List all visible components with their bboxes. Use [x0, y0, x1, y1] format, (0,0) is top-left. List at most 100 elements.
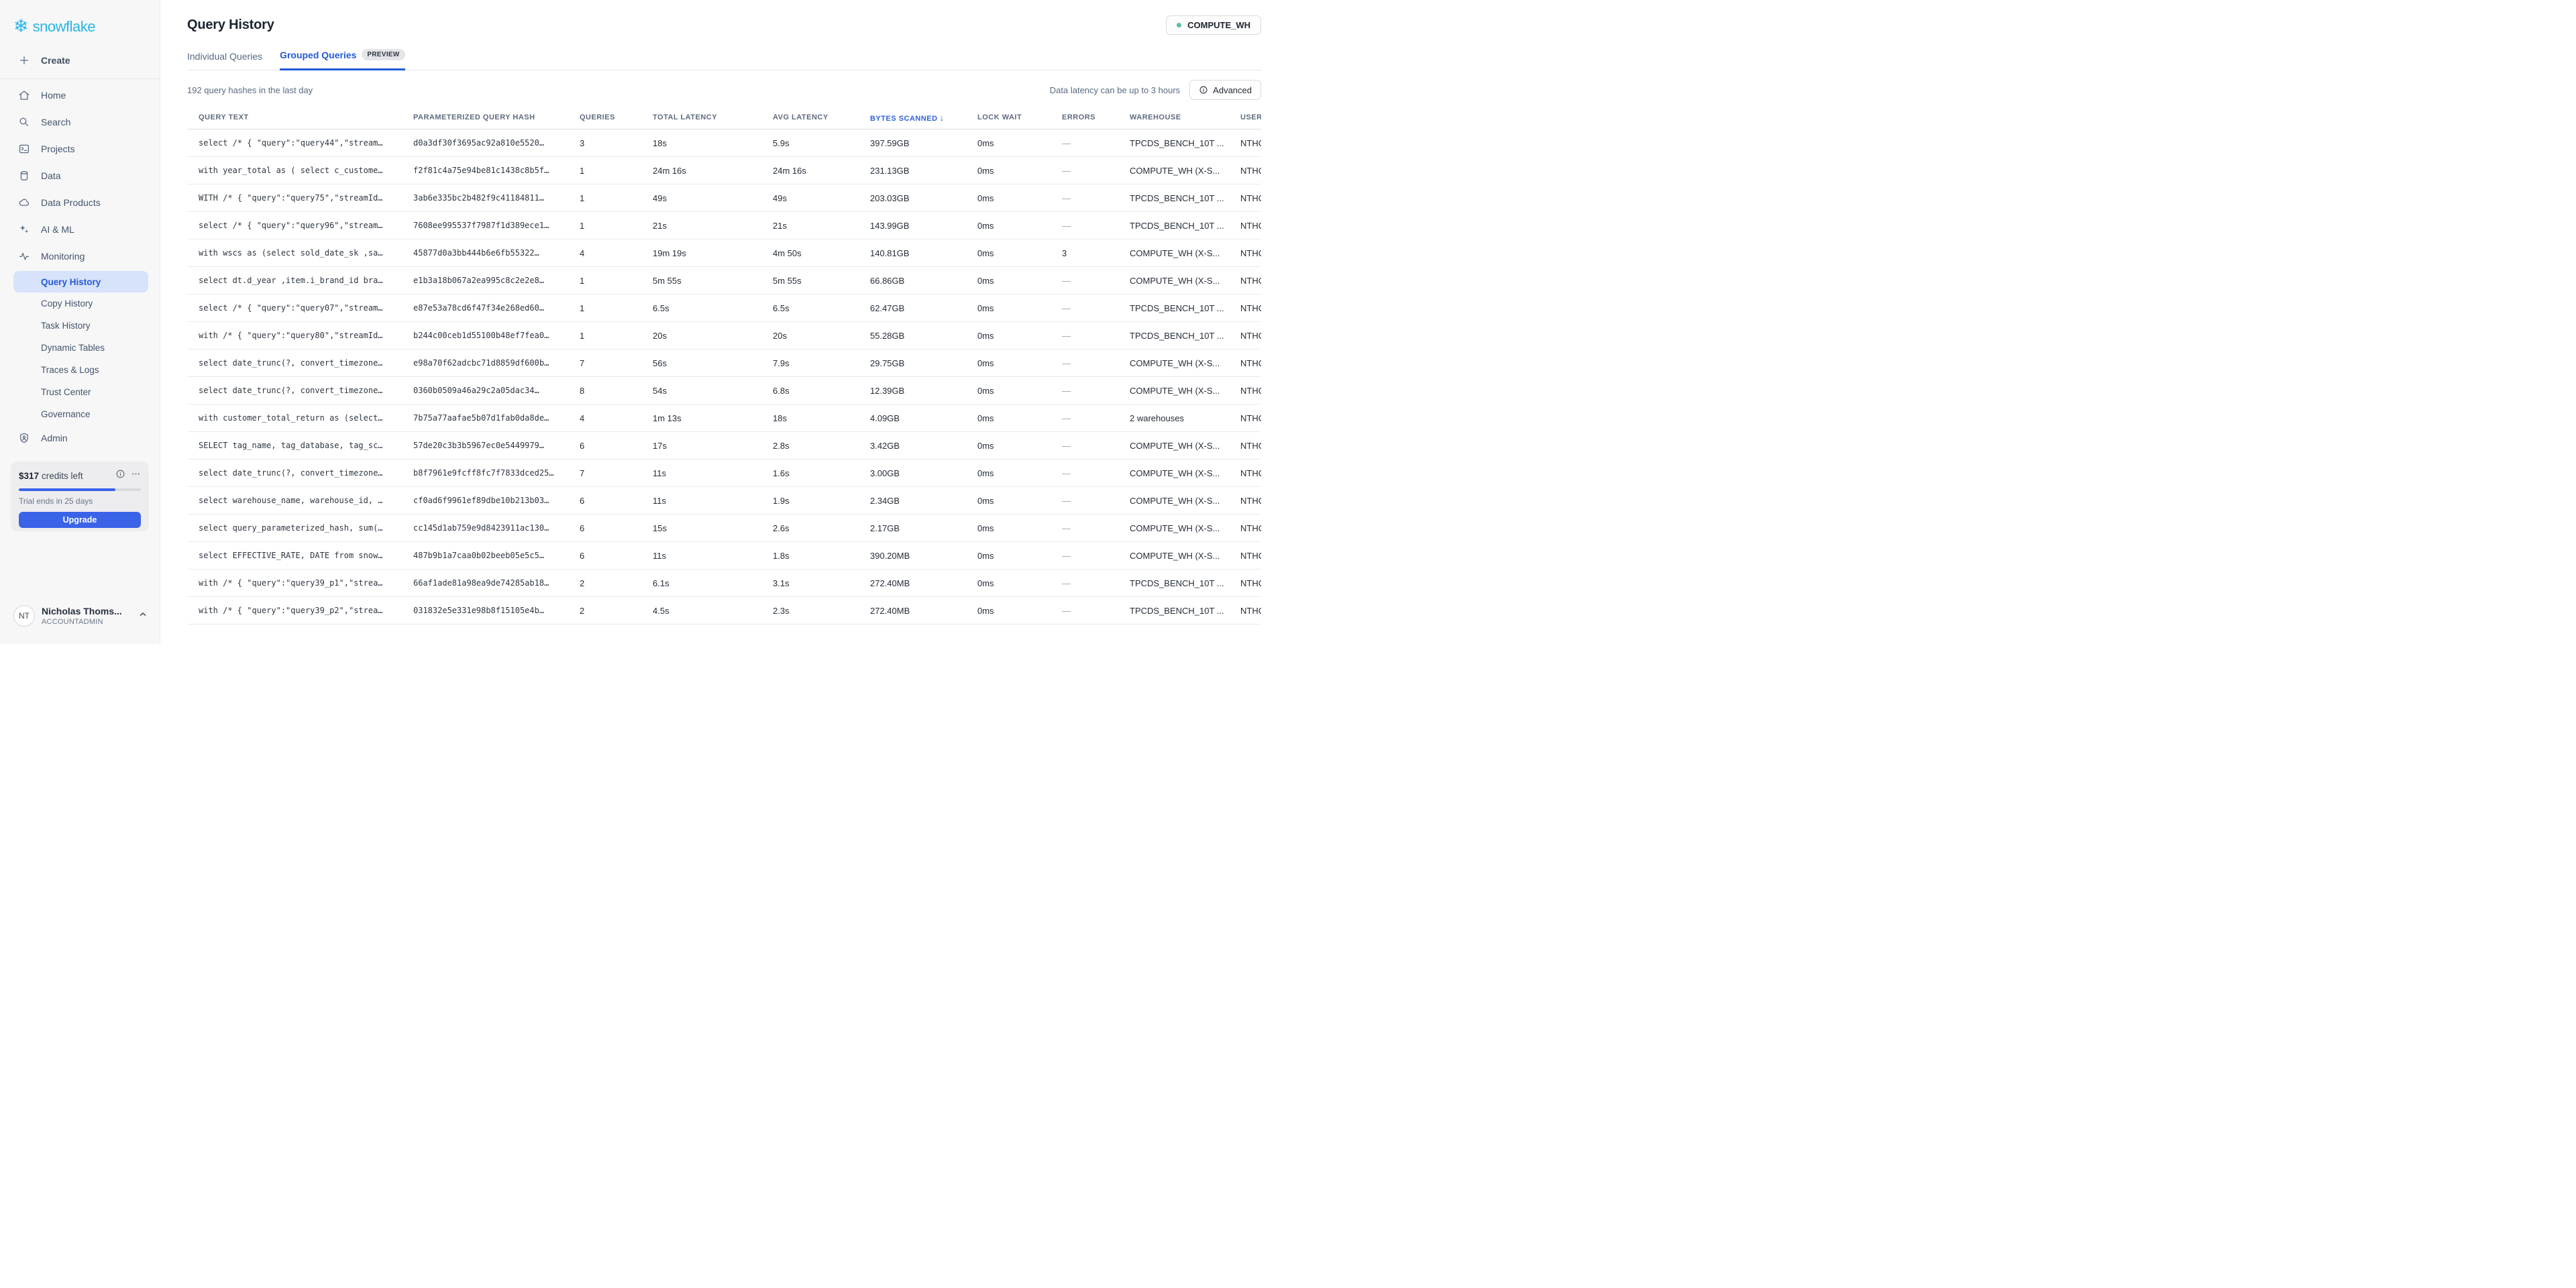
sidebar-item-traces-logs[interactable]: Traces & Logs	[0, 359, 160, 381]
table-row[interactable]: select dt.d_year ,item.i_brand_id bra… e…	[187, 267, 1261, 294]
warehouse-selector-button[interactable]: COMPUTE_WH	[1166, 15, 1261, 35]
cell-queries: 1	[580, 331, 653, 341]
column-header-user[interactable]: USER	[1240, 113, 1261, 121]
column-header-query-text[interactable]: QUERY TEXT	[187, 113, 413, 121]
upgrade-button[interactable]: Upgrade	[19, 512, 141, 528]
cell-query-hash: 7608ee995537f7987f1d389ece1…	[413, 221, 580, 230]
main-content: Query History COMPUTE_WH Individual Quer…	[160, 0, 1288, 644]
cell-query-hash: e87e53a78cd6f47f34e268ed60…	[413, 303, 580, 313]
cell-errors: —	[1062, 523, 1130, 533]
cell-total-latency: 6.1s	[653, 578, 773, 588]
cell-warehouse: TPCDS_BENCH_10T ...	[1130, 578, 1240, 588]
credits-panel: $317 credits left Trial ends in 25 days …	[11, 462, 149, 531]
sidebar-item-home[interactable]: Home	[0, 82, 160, 109]
sidebar-item-dynamic-tables[interactable]: Dynamic Tables	[0, 337, 160, 359]
cell-queries: 1	[580, 166, 653, 176]
cell-user: NTHOM	[1240, 441, 1261, 451]
cell-total-latency: 18s	[653, 138, 773, 148]
cell-avg-latency: 5.9s	[773, 138, 870, 148]
tab-grouped-queries[interactable]: Grouped Queries PREVIEW	[280, 49, 405, 70]
table-row[interactable]: WITH /* { "query":"query75","streamId… 3…	[187, 184, 1261, 212]
sidebar-item-query-history[interactable]: Query History	[13, 271, 148, 292]
create-button[interactable]: Create	[0, 48, 160, 73]
column-header-bytes-scanned[interactable]: BYTES SCANNED↓	[870, 113, 977, 123]
cell-total-latency: 56s	[653, 358, 773, 368]
cell-warehouse: 2 warehouses	[1130, 413, 1240, 423]
cell-query-text: with /* { "query":"query39_p2","strea…	[187, 606, 413, 615]
cell-errors: —	[1062, 551, 1130, 561]
cell-avg-latency: 6.8s	[773, 386, 870, 396]
column-header-warehouse[interactable]: WAREHOUSE	[1130, 113, 1240, 121]
sidebar-item-search[interactable]: Search	[0, 109, 160, 136]
table-row[interactable]: with year_total as ( select c_custome… f…	[187, 157, 1261, 184]
sidebar-item-governance[interactable]: Governance	[0, 403, 160, 425]
cell-avg-latency: 3.1s	[773, 578, 870, 588]
sidebar-item-data-products[interactable]: Data Products	[0, 189, 160, 216]
cell-warehouse: TPCDS_BENCH_10T ...	[1130, 303, 1240, 313]
cloud-icon	[18, 197, 30, 209]
more-options-icon[interactable]	[131, 469, 141, 482]
sidebar-item-trust-center[interactable]: Trust Center	[0, 381, 160, 403]
table-row[interactable]: select /* { "query":"query96","stream… 7…	[187, 212, 1261, 239]
advanced-filters-button[interactable]: Advanced	[1189, 80, 1261, 100]
cell-warehouse: COMPUTE_WH (X-S...	[1130, 523, 1240, 533]
cell-query-hash: d0a3df30f3695ac92a810e5520…	[413, 138, 580, 148]
cell-query-text: select date_trunc(?, convert_timezone…	[187, 358, 413, 368]
table-row[interactable]: select /* { "query":"query07","stream… e…	[187, 294, 1261, 322]
tab-individual-queries[interactable]: Individual Queries	[187, 51, 262, 70]
table-row[interactable]: select /* { "query":"query44","stream… d…	[187, 129, 1261, 157]
cell-query-hash: b244c00ceb1d55100b48ef7fea0…	[413, 331, 580, 340]
table-row[interactable]: with wscs as (select sold_date_sk ,sa… 4…	[187, 239, 1261, 267]
table-row[interactable]: SELECT tag_name, tag_database, tag_sc… 5…	[187, 432, 1261, 460]
sidebar-item-copy-history[interactable]: Copy History	[0, 292, 160, 315]
table-body: select /* { "query":"query44","stream… d…	[187, 129, 1261, 625]
cell-user: NTHOM	[1240, 358, 1261, 368]
cell-avg-latency: 6.5s	[773, 303, 870, 313]
cell-errors: 3	[1062, 248, 1130, 258]
cell-errors: —	[1062, 331, 1130, 341]
cell-total-latency: 11s	[653, 468, 773, 478]
table-row[interactable]: with /* { "query":"query39_p2","strea… 0…	[187, 597, 1261, 625]
cell-bytes-scanned: 140.81GB	[870, 248, 977, 258]
sidebar-item-admin[interactable]: Admin	[0, 425, 160, 451]
search-icon	[18, 116, 30, 128]
cell-user: NTHOM	[1240, 193, 1261, 203]
info-icon[interactable]	[115, 469, 125, 482]
cell-lock-wait: 0ms	[977, 303, 1062, 313]
column-header-total-latency[interactable]: TOTAL LATENCY	[653, 113, 773, 121]
cell-query-text: WITH /* { "query":"query75","streamId…	[187, 193, 413, 203]
cell-warehouse: TPCDS_BENCH_10T ...	[1130, 193, 1240, 203]
column-header-queries[interactable]: QUERIES	[580, 113, 653, 121]
cell-query-text: with customer_total_return as (select…	[187, 413, 413, 423]
table-row[interactable]: with /* { "query":"query80","streamId… b…	[187, 322, 1261, 350]
table-row[interactable]: select warehouse_name, warehouse_id, … c…	[187, 487, 1261, 515]
cell-avg-latency: 18s	[773, 413, 870, 423]
column-header-lock-wait[interactable]: LOCK WAIT	[977, 113, 1062, 121]
cell-queries: 1	[580, 303, 653, 313]
cell-warehouse: COMPUTE_WH (X-S...	[1130, 386, 1240, 396]
cell-query-hash: 57de20c3b3b5967ec0e5449979…	[413, 441, 580, 450]
column-header-query-hash[interactable]: PARAMETERIZED QUERY HASH	[413, 113, 580, 121]
table-row[interactable]: select date_trunc(?, convert_timezone… b…	[187, 460, 1261, 487]
table-row[interactable]: with customer_total_return as (select… 7…	[187, 405, 1261, 432]
user-menu[interactable]: NT Nicholas Thoms... ACCOUNTADMIN	[13, 605, 148, 627]
sidebar-item-projects[interactable]: Projects	[0, 136, 160, 162]
table-row[interactable]: with /* { "query":"query39_p1","strea… 6…	[187, 570, 1261, 597]
table-row[interactable]: select date_trunc(?, convert_timezone… e…	[187, 350, 1261, 377]
cell-query-hash: 0360b0509a46a29c2a05dac34…	[413, 386, 580, 395]
cell-bytes-scanned: 12.39GB	[870, 386, 977, 396]
sidebar-item-task-history[interactable]: Task History	[0, 315, 160, 337]
column-header-errors[interactable]: ERRORS	[1062, 113, 1130, 121]
snowflake-logo[interactable]: ❄ snowflake	[0, 0, 160, 36]
tab-bar: Individual Queries Grouped Queries PREVI…	[187, 49, 1261, 70]
sidebar-item-data[interactable]: Data	[0, 162, 160, 189]
table-row[interactable]: select query_parameterized_hash, sum(… c…	[187, 515, 1261, 542]
sidebar-item-ai-ml[interactable]: AI & ML	[0, 216, 160, 243]
cell-lock-wait: 0ms	[977, 138, 1062, 148]
table-row[interactable]: select date_trunc(?, convert_timezone… 0…	[187, 377, 1261, 405]
cell-queries: 1	[580, 221, 653, 231]
table-row[interactable]: select EFFECTIVE_RATE, DATE from snow… 4…	[187, 542, 1261, 570]
sidebar-item-monitoring[interactable]: Monitoring	[0, 243, 160, 270]
credits-label: credits left	[42, 471, 83, 481]
column-header-avg-latency[interactable]: AVG LATENCY	[773, 113, 870, 121]
